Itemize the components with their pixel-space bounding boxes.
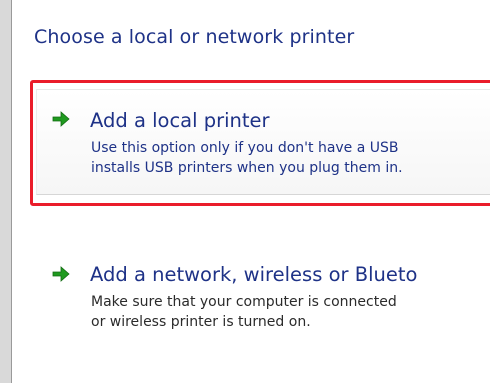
add-network-printer-description: Make sure that your computer is connecte…: [91, 292, 397, 332]
description-line: Make sure that your computer is connecte…: [91, 294, 397, 310]
description-line: Use this option only if you don't have a…: [91, 140, 399, 156]
description-line: installs USB printers when you plug them…: [91, 160, 403, 176]
green-arrow-right-icon: [52, 111, 70, 127]
add-local-printer-description: Use this option only if you don't have a…: [91, 138, 403, 178]
add-printer-wizard-page: Choose a local or network printer Add a …: [11, 0, 490, 383]
description-line: or wireless printer is turned on.: [91, 314, 311, 330]
add-local-printer-title[interactable]: Add a local printer: [90, 109, 270, 132]
add-network-printer-title[interactable]: Add a network, wireless or Blueto: [90, 263, 417, 286]
green-arrow-right-icon: [52, 266, 70, 282]
add-network-printer-option[interactable]: Add a network, wireless or Blueto Make s…: [40, 250, 490, 370]
add-local-printer-option[interactable]: Add a local printer Use this option only…: [40, 85, 490, 203]
page-heading: Choose a local or network printer: [34, 26, 355, 48]
